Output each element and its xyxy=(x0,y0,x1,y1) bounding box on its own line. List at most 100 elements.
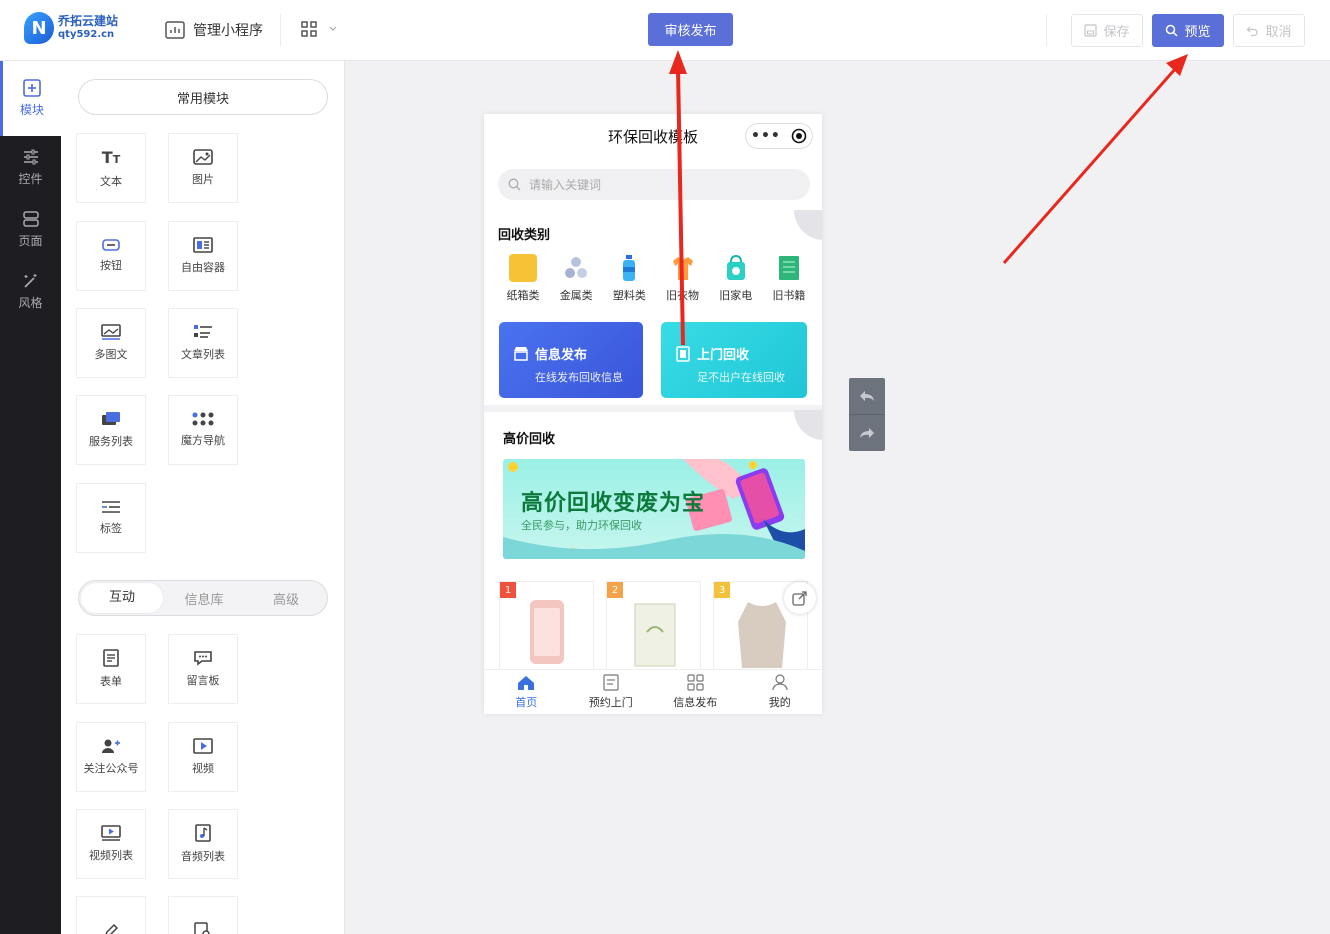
module-article-list[interactable]: 文章列表 xyxy=(168,308,238,378)
module-label: 自由容器 xyxy=(181,261,225,274)
card-title: 上门回收 xyxy=(697,348,750,363)
dots-grid-icon xyxy=(192,412,214,426)
module-category-tabs: 互动 信息库 高级 xyxy=(78,580,328,616)
card-info-publish[interactable]: 信息发布 在线发布回收信息 xyxy=(499,322,643,398)
miniprogram-capsule[interactable]: ••• xyxy=(745,123,813,149)
undo-button[interactable] xyxy=(849,378,885,415)
rail-item-pages[interactable]: 页面 xyxy=(0,198,61,260)
manage-miniprogram-link[interactable]: 管理小程序 xyxy=(165,20,263,40)
module-message-board[interactable]: 留言板 xyxy=(168,634,238,704)
category-label: 旧家电 xyxy=(719,289,753,302)
module-label: 多图文 xyxy=(94,348,128,361)
app-grid-dropdown[interactable] xyxy=(300,20,338,38)
container-icon xyxy=(193,237,213,253)
audit-publish-button[interactable]: 审核发布 xyxy=(648,13,733,46)
module-service-list[interactable]: 服务列表 xyxy=(76,395,146,465)
bottom-tab-bar: 首页 预约上门 信息发布 我的 xyxy=(484,669,822,714)
tab-info-library[interactable]: 信息库 xyxy=(163,589,245,608)
save-button[interactable]: 保存 xyxy=(1071,14,1143,47)
share-icon xyxy=(792,591,807,606)
manage-label: 管理小程序 xyxy=(193,23,263,39)
undo-icon xyxy=(860,391,874,401)
category-item[interactable]: 金属类 xyxy=(553,254,599,303)
left-rail: 模块 控件 页面 风格 xyxy=(0,61,61,934)
share-button[interactable] xyxy=(784,582,816,614)
rail-item-controls[interactable]: 控件 xyxy=(0,136,61,198)
module-multi-image-text[interactable]: 多图文 xyxy=(76,308,146,378)
tab-home[interactable]: 首页 xyxy=(484,670,569,714)
phone-preview: 环保回收模板 ••• 请输入关键词 回收类别 纸箱类 金属类 塑料类 旧衣物 旧… xyxy=(484,114,822,714)
module-audio-list[interactable]: 音频列表 xyxy=(168,809,238,879)
module-label: 视频 xyxy=(192,762,214,775)
rank-badge: 1 xyxy=(500,582,516,598)
banner-image[interactable]: 高价回收变废为宝 全民参与，助力环保回收 xyxy=(503,459,805,559)
chevron-down-icon xyxy=(329,26,337,31)
product-card[interactable]: 2 xyxy=(606,581,701,671)
cancel-label: 取消 xyxy=(1265,25,1292,40)
tab-advanced[interactable]: 高级 xyxy=(245,589,327,608)
module-label: 图片 xyxy=(192,173,214,186)
module-text[interactable]: TT 文本 xyxy=(76,133,146,203)
module-more-2[interactable] xyxy=(168,896,238,934)
multi-image-icon xyxy=(101,324,121,340)
arrow-to-preview-icon xyxy=(1002,54,1188,264)
common-modules-tab[interactable]: 常用模块 xyxy=(78,79,328,115)
drag-handle-icon[interactable] xyxy=(794,410,822,440)
book-icon xyxy=(778,256,799,280)
bottle-icon xyxy=(623,255,636,281)
tab-interactive[interactable]: 互动 xyxy=(81,583,163,613)
rail-item-modules[interactable]: 模块 xyxy=(0,61,61,136)
module-more-1[interactable] xyxy=(76,896,146,934)
search-input[interactable]: 请输入关键词 xyxy=(498,169,810,200)
doc-icon xyxy=(603,674,619,691)
tab-info-publish[interactable]: 信息发布 xyxy=(653,670,738,714)
rail-item-style[interactable]: 风格 xyxy=(0,260,61,322)
top-bar: N 乔拓云建站 qty592.cn 管理小程序 审核发布 保存 预览 取消 xyxy=(0,0,1330,61)
module-free-container[interactable]: 自由容器 xyxy=(168,221,238,291)
text-icon: TT xyxy=(101,147,121,167)
video-icon xyxy=(193,738,213,754)
rail-label: 页面 xyxy=(18,233,43,248)
category-item[interactable]: 旧家电 xyxy=(713,254,759,303)
module-video-list[interactable]: 视频列表 xyxy=(76,809,146,879)
module-form[interactable]: 表单 xyxy=(76,634,146,704)
rank-badge: 2 xyxy=(607,582,623,598)
category-item[interactable]: 纸箱类 xyxy=(500,254,546,303)
preview-label: 预览 xyxy=(1184,25,1211,40)
tab-label: 首页 xyxy=(515,695,538,709)
module-follow-official-account[interactable]: 关注公众号 xyxy=(76,722,146,792)
category-label: 纸箱类 xyxy=(506,289,540,302)
module-video[interactable]: 视频 xyxy=(168,722,238,792)
preview-button[interactable]: 预览 xyxy=(1152,14,1224,47)
category-item[interactable]: 塑料类 xyxy=(606,254,652,303)
user-icon xyxy=(772,674,788,691)
add-user-icon xyxy=(102,739,120,753)
magic-wand-icon xyxy=(23,273,36,288)
cancel-button[interactable]: 取消 xyxy=(1233,14,1305,47)
module-button[interactable]: 按钮 xyxy=(76,221,146,291)
category-label: 旧书籍 xyxy=(772,289,806,302)
tab-booking[interactable]: 预约上门 xyxy=(569,670,654,714)
module-label: 标签 xyxy=(100,522,122,535)
module-tag[interactable]: 标签 xyxy=(76,483,146,553)
module-panel: 常用模块 TT 文本 图片 按钮 自由容器 多图文 文章列表 服务列表 魔方导航… xyxy=(61,61,345,934)
save-label: 保存 xyxy=(1103,25,1130,40)
tab-label: 我的 xyxy=(768,696,791,709)
product-card[interactable]: 1 xyxy=(499,581,594,671)
module-image[interactable]: 图片 xyxy=(168,133,238,203)
redo-button[interactable] xyxy=(849,415,885,451)
search-placeholder: 请输入关键词 xyxy=(529,178,602,192)
grid-icon xyxy=(301,21,317,37)
module-label: 留言板 xyxy=(186,674,220,687)
category-item[interactable]: 旧书籍 xyxy=(766,254,812,303)
module-cube-nav[interactable]: 魔方导航 xyxy=(168,395,238,465)
logo[interactable]: N 乔拓云建站 qty592.cn xyxy=(24,12,118,44)
service-icon xyxy=(102,412,120,425)
divider xyxy=(280,14,281,46)
drag-handle-icon[interactable] xyxy=(794,210,822,240)
category-item[interactable]: 旧衣物 xyxy=(660,254,706,303)
list-icon xyxy=(194,325,212,338)
tab-mine[interactable]: 我的 xyxy=(738,670,823,714)
appliance-icon xyxy=(726,254,745,280)
card-door-recycle[interactable]: 上门回收 足不出户在线回收 xyxy=(661,322,807,398)
